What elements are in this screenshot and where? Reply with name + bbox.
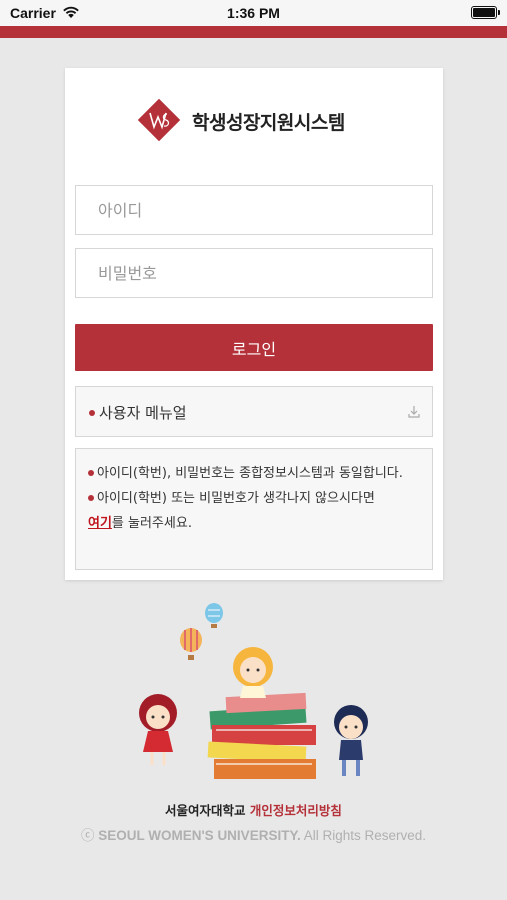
hot-air-balloon-icon [205,603,223,628]
accent-bar [0,26,507,38]
characters-books-illustration [139,603,368,779]
bullet-dot [88,494,94,501]
login-notice: 아이디(학번), 비밀번호는 종합정보시스템과 동일합니다. 아이디(학번) 또… [75,448,433,570]
copyright-org: SEOUL WOMEN'S UNIVERSITY. [98,828,301,843]
notice-line-2: 아이디(학번) 또는 비밀번호가 생각나지 않으시다면여기를 눌러주세요. [88,486,422,536]
system-title: 학생성장지원시스템 [192,112,345,134]
id-input[interactable] [75,185,433,235]
login-card: 학생성장지원시스템 로그인 사용자 메뉴얼 아이디(학번), 비밀번호는 종합정… [65,68,443,580]
login-button[interactable]: 로그인 [75,324,433,371]
copyright-rights: All Rights Reserved. [303,828,427,843]
hot-air-balloon-icon [180,628,202,660]
battery-icon [471,6,500,19]
notice-text-2-suffix: 를 눌러주세요. [111,516,192,531]
copyright-symbol: ⓒ [80,828,95,843]
user-manual-label: 사용자 메뉴얼 [99,404,187,422]
character-girl-navy [334,705,368,776]
notice-text-1: 아이디(학번), 비밀번호는 종합정보시스템과 동일합니다. [97,466,403,481]
privacy-policy-link[interactable]: 개인정보처리방침 [250,803,342,818]
bullet-dot [89,410,95,416]
character-girl-blonde [233,647,273,698]
download-icon [408,406,420,418]
find-account-link[interactable]: 여기 [88,516,112,531]
footer-university: 서울여자대학교 개인정보처리방침 [0,800,507,819]
university-name: 서울여자대학교 [165,803,246,818]
notice-line-1: 아이디(학번), 비밀번호는 종합정보시스템과 동일합니다. [88,461,422,486]
character-girl-red [139,694,177,765]
swu-diamond-logo-icon [137,98,181,142]
clock: 1:36 PM [227,5,280,21]
password-input[interactable] [75,248,433,298]
bullet-dot [88,469,94,476]
copyright: ⓒ SEOUL WOMEN'S UNIVERSITY. All Rights R… [0,824,507,844]
status-bar: Carrier 1:36 PM [0,0,507,26]
book-stack [207,692,316,779]
notice-text-2: 아이디(학번) 또는 비밀번호가 생각나지 않으시다면 [97,491,375,506]
user-manual-button[interactable]: 사용자 메뉴얼 [75,386,433,437]
